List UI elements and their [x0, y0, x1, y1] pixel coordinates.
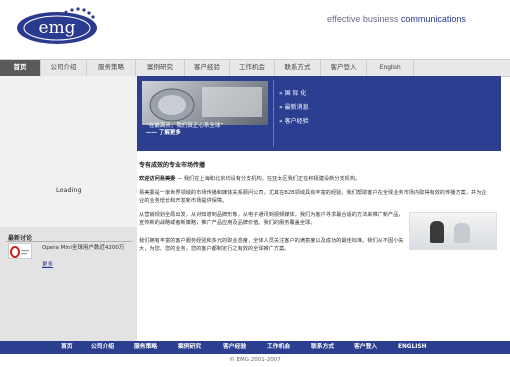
welcome-label: 欢迎访问易美委 — [139, 176, 176, 182]
banner-link-international[interactable]: » 国 际 化 — [279, 88, 306, 97]
banner-link-label: 最新消息 — [284, 104, 309, 111]
hero-image — [142, 81, 268, 125]
banner-link-news[interactable]: » 最新消息 — [279, 102, 309, 111]
nav-client-login[interactable]: 客户登入 — [321, 60, 367, 76]
nav-about[interactable]: 公司介绍 — [41, 60, 87, 76]
banner-divider — [273, 80, 274, 147]
banner-link-experience[interactable]: » 客户经验 — [279, 116, 309, 125]
tagline: effective business communications — [327, 14, 466, 24]
main-title: 专有成效的专业市场传播 — [139, 162, 206, 169]
nav-contact[interactable]: 联系方式 — [275, 60, 321, 76]
footer-cases[interactable]: 案例研究 — [178, 341, 201, 354]
footer-english[interactable]: ENGLISH — [398, 341, 426, 354]
latest-news-text: Opera Mini全球用户数近4200万 — [42, 245, 125, 251]
nav-experience[interactable]: 客户经验 — [185, 60, 230, 76]
footer-experience[interactable]: 客户经验 — [223, 341, 246, 354]
svg-text:emg: emg — [38, 18, 75, 38]
nav-services[interactable]: 服务策略 — [87, 60, 136, 76]
nav-english[interactable]: English — [367, 60, 414, 76]
latest-divider — [6, 241, 132, 242]
opera-logo-icon[interactable] — [8, 243, 32, 259]
experience-paragraph: 我们拥有丰富的客户服务经验和多元的职业态度，全体人员关注客户的满意度以及成功的最… — [139, 238, 404, 252]
team-photo — [409, 212, 497, 250]
emg-logo[interactable]: emg — [14, 6, 100, 46]
services-paragraph: 从营销规划全局出发，从对知道到品牌形象，从电子通讯到视频媒体，我们为客户寻求最合… — [139, 212, 404, 226]
banner-link-label: 国 际 化 — [284, 90, 307, 97]
nav-jobs[interactable]: 工作机会 — [230, 60, 275, 76]
tagline-plain: effective business — [327, 14, 401, 24]
top-nav: 首页 公司介绍 服务策略 案例研究 客户经验 工作机会 联系方式 客户登入 En… — [0, 59, 510, 77]
footer-about[interactable]: 公司介绍 — [91, 341, 114, 354]
copyright: © EMG 2001-2007 — [229, 357, 281, 363]
footer-jobs[interactable]: 工作机会 — [267, 341, 290, 354]
loading-text: Loading — [56, 186, 82, 194]
intro-text: — 我们在上海和北京均设有分支机构，在亚太区我们正在积极建设新分支机构。 — [175, 176, 361, 182]
intro-paragraph: 欢迎访问易美委 — 我们在上海和北京均设有分支机构，在亚太区我们正在积极建设新分… — [139, 176, 491, 184]
tagline-bold: communications — [400, 14, 466, 24]
nav-cases[interactable]: 案例研究 — [136, 60, 185, 76]
footer-nav: 首页 公司介绍 服务策略 案例研究 客户经验 工作机会 联系方式 客户登入 EN… — [0, 341, 510, 354]
footer-contact[interactable]: 联系方式 — [311, 341, 334, 354]
footer-client-login[interactable]: 客户登入 — [354, 341, 377, 354]
banner-learn-more-link[interactable]: —— 了解更多 — [146, 128, 181, 136]
company-paragraph: 易美委是一家世界领域的市场传播和媒体关系顾问公司，尤其在B2B领域具有丰富的经验… — [139, 190, 487, 204]
footer-services[interactable]: 服务策略 — [134, 341, 157, 354]
nav-home[interactable]: 首页 — [0, 60, 41, 76]
footer-home[interactable]: 首页 — [61, 341, 73, 354]
banner-link-label: 客户经验 — [284, 118, 309, 125]
latest-more-link[interactable]: 更多 — [42, 260, 53, 268]
